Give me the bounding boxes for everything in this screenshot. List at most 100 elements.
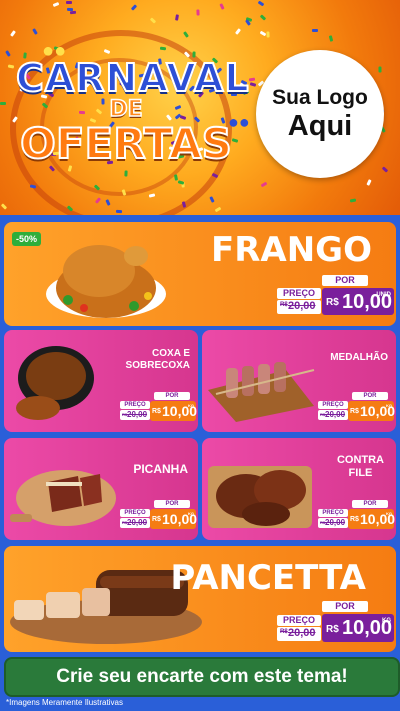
- old-price: 20,00: [288, 627, 316, 639]
- currency-symbol: R$: [326, 297, 339, 308]
- confetti-piece: [196, 9, 200, 16]
- campaign-title: CARNAVAL DE OFERTAS: [15, 56, 250, 168]
- discount-badge: -50%: [12, 232, 42, 246]
- old-price-prefix: R$: [280, 302, 288, 308]
- currency-symbol: R$: [350, 516, 359, 523]
- confetti-piece: [260, 181, 268, 187]
- por-label: POR: [322, 601, 368, 612]
- roast-chicken-image: [46, 245, 166, 318]
- preco-label: PREÇO: [318, 509, 348, 517]
- product-card-coxa-sobrecoxa[interactable]: COXA E SOBRECOXA POR PREÇO R$ 20,00 R$ 1…: [4, 330, 198, 432]
- price-unit: KG: [386, 403, 392, 408]
- create-flyer-cta-button[interactable]: Crie seu encarte com este tema!: [4, 657, 400, 697]
- confetti-piece: [312, 28, 319, 32]
- confetti-piece: [0, 102, 7, 106]
- medalhao-skewers-image: [208, 362, 315, 422]
- product-name: PANCETTA: [170, 558, 366, 598]
- confetti-piece: [174, 14, 179, 21]
- price-unit: KG: [382, 618, 391, 624]
- confetti-piece: [116, 209, 123, 213]
- confetti-piece: [258, 0, 265, 6]
- current-price: R$ 10,00 KG: [348, 401, 395, 421]
- confetti-piece: [5, 49, 12, 57]
- product-name: COXA E SOBRECOXA: [126, 348, 190, 372]
- confetti-piece: [366, 178, 372, 186]
- por-label: POR: [352, 392, 388, 400]
- por-label: POR: [154, 500, 190, 508]
- confetti-piece: [350, 198, 357, 203]
- preco-label: PREÇO: [277, 615, 321, 626]
- product-card-frango[interactable]: -50% FRANGO POR PREÇO R$ 20,00 R$ 10,00 …: [4, 222, 396, 326]
- currency-symbol: R$: [152, 408, 161, 415]
- price-unit: KG: [386, 511, 392, 516]
- confetti-piece: [235, 28, 242, 35]
- product-name: FRANGO: [211, 230, 372, 270]
- product-card-contra-file[interactable]: CONTRA FILE POR PREÇO R$ 20,00 R$ 10,00 …: [202, 438, 396, 540]
- contra-file-steaks-image: [208, 466, 312, 528]
- preco-label: PREÇO: [120, 509, 150, 517]
- price-unit: KG: [188, 511, 194, 516]
- title-line-3: OFERTAS: [19, 119, 233, 168]
- old-price: 20,00: [325, 518, 346, 527]
- confetti-piece: [52, 1, 60, 7]
- currency-symbol: R$: [350, 408, 359, 415]
- confetti-piece: [259, 14, 266, 21]
- currency-symbol: R$: [326, 624, 339, 635]
- old-price: 20,00: [288, 300, 316, 312]
- confetti-piece: [378, 66, 382, 73]
- confetti-piece: [9, 30, 16, 38]
- por-label: POR: [352, 500, 388, 508]
- logo-text-line-1: Sua Logo: [272, 86, 368, 109]
- product-card-picanha[interactable]: PICANHA POR PREÇO R$ 20,00 R$ 10,00 KG: [4, 438, 198, 540]
- preco-label: PREÇO: [318, 401, 348, 409]
- old-price: 20,00: [127, 410, 148, 419]
- title-line-1: CARNAVAL: [15, 56, 250, 100]
- confetti-piece: [130, 4, 137, 11]
- logo-text-line-2: Aqui: [287, 110, 353, 142]
- preco-label: PREÇO: [120, 401, 150, 409]
- currency-symbol: R$: [152, 516, 161, 523]
- price-unit: UNID: [376, 292, 391, 298]
- confetti-piece: [1, 203, 8, 211]
- confetti-piece: [381, 166, 388, 173]
- confetti-piece: [249, 82, 257, 88]
- por-label: POR: [322, 275, 368, 286]
- confetti-piece: [182, 31, 189, 38]
- confetti-piece: [208, 196, 215, 203]
- confetti-piece: [30, 184, 37, 189]
- confetti-piece: [149, 17, 157, 24]
- product-name-line-2: SOBRECOXA: [125, 360, 190, 371]
- current-price: R$ 10,00 KG: [348, 509, 395, 529]
- product-name-line-1: CONTRA: [336, 454, 384, 466]
- price-unit: KG: [188, 403, 194, 408]
- current-price: R$ 10,00 KG: [322, 614, 394, 642]
- chicken-thigh-image: [16, 346, 94, 420]
- product-name: CONTRA FILE: [337, 454, 384, 480]
- confetti-piece: [159, 46, 167, 51]
- current-price: R$ 10,00 KG: [150, 509, 197, 529]
- current-price: R$ 10,00 KG: [150, 401, 197, 421]
- product-card-pancetta[interactable]: PANCETTA POR PREÇO R$ 20,00 R$ 10,00 KG: [4, 546, 396, 652]
- confetti-piece: [32, 28, 39, 36]
- product-name-line-1: COXA E: [152, 348, 190, 359]
- confetti-piece: [66, 7, 73, 12]
- confetti-piece: [219, 3, 225, 10]
- logo-placeholder[interactable]: Sua Logo Aqui: [256, 50, 384, 178]
- confetti-piece: [214, 206, 222, 213]
- current-price: R$ 10,00 UNID: [322, 288, 394, 315]
- image-disclaimer: *Imagens Meramente Ilustrativas: [6, 698, 123, 707]
- header-banner: ●● ●● CARNAVAL DE OFERTAS Sua Logo Aqui: [0, 0, 400, 215]
- product-name-line-2: FILE: [348, 467, 373, 479]
- confetti-piece: [266, 31, 271, 38]
- confetti-piece: [248, 77, 256, 82]
- old-price-prefix: R$: [280, 629, 288, 635]
- old-price: 20,00: [127, 518, 148, 527]
- confetti-piece: [65, 0, 73, 4]
- confetti-piece: [328, 35, 334, 43]
- por-label: POR: [154, 392, 190, 400]
- product-name: MEDALHÃO: [330, 352, 388, 363]
- preco-label: PREÇO: [277, 288, 321, 299]
- product-card-medalhao[interactable]: MEDALHÃO POR PREÇO R$ 20,00 R$ 10,00 KG: [202, 330, 396, 432]
- picanha-image: [10, 470, 116, 526]
- product-name: PICANHA: [133, 462, 188, 476]
